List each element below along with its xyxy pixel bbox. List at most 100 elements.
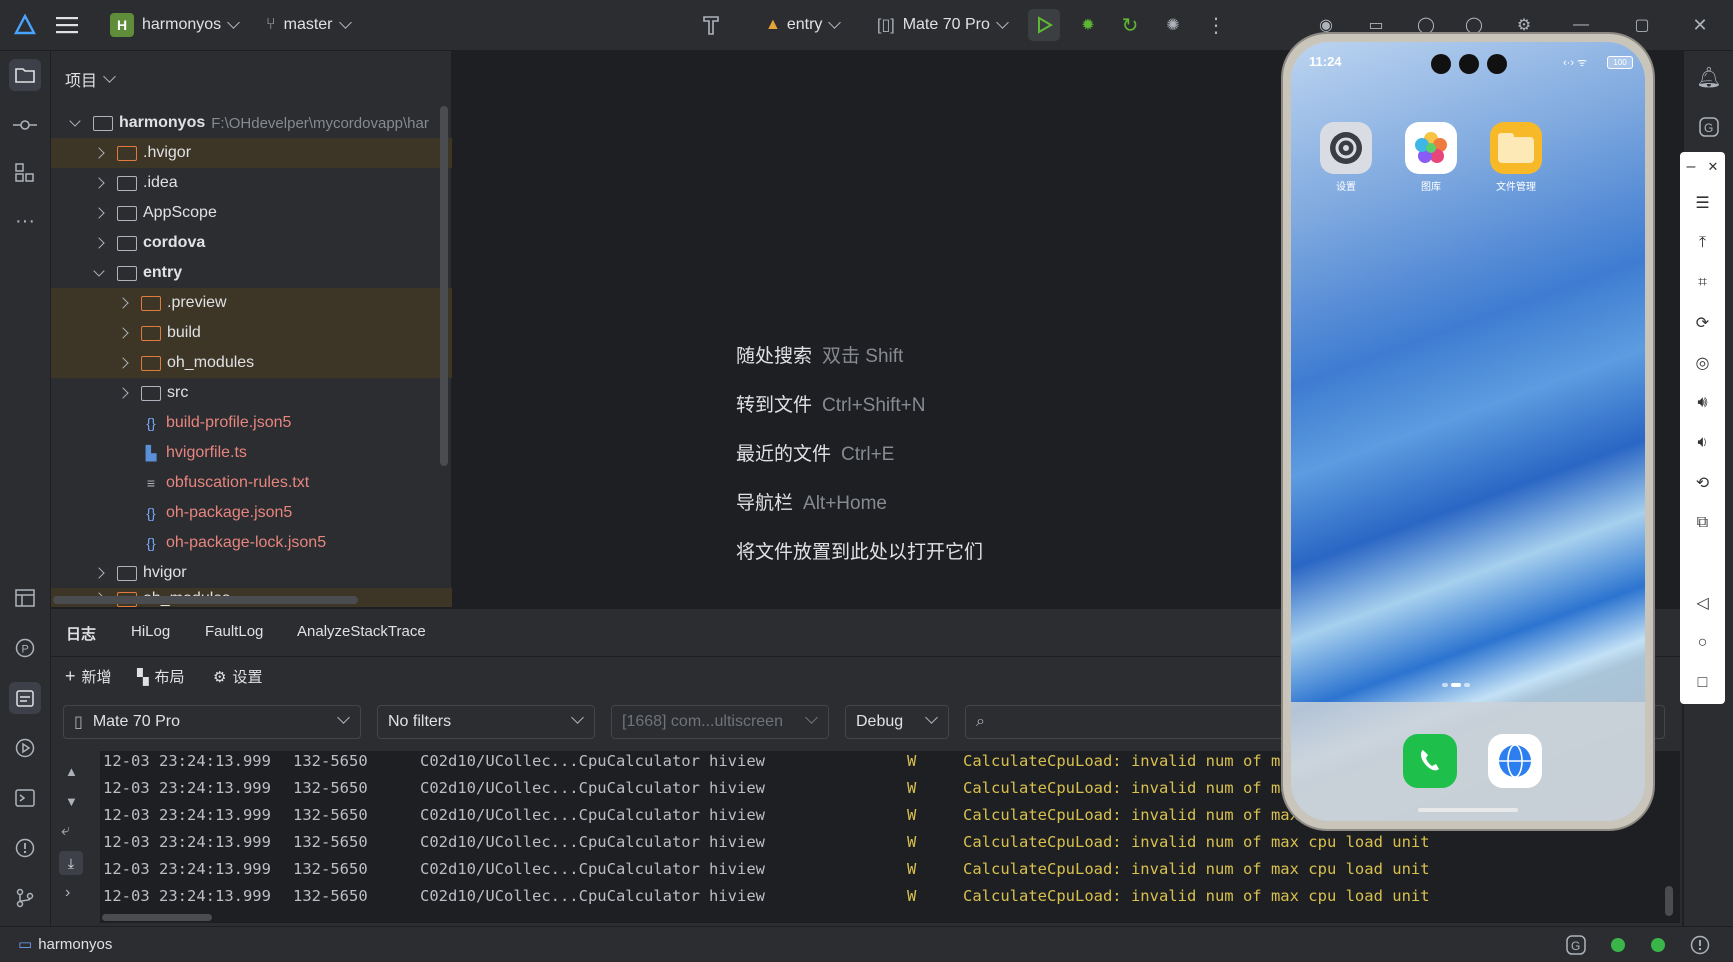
scroll-to-end-icon[interactable]: ⤓ bbox=[59, 851, 83, 875]
attach-debugger-icon[interactable]: ✺ bbox=[1157, 9, 1189, 41]
device-select[interactable]: ▯ Mate 70 Pro bbox=[63, 705, 361, 739]
chevron-right-icon bbox=[93, 237, 105, 249]
page-indicator bbox=[1464, 683, 1470, 687]
table-icon[interactable] bbox=[9, 582, 41, 614]
settings-app[interactable]: 设置 bbox=[1316, 122, 1376, 193]
browser-app-icon[interactable] bbox=[1488, 734, 1542, 788]
gear-icon: ⚙ bbox=[213, 668, 227, 686]
log-time: 12-03 23:24:13.999 bbox=[103, 887, 271, 905]
branch-selector[interactable]: ⑂ master bbox=[266, 0, 352, 50]
log-tag: C02d10/UCollec...CpuCalculator bbox=[420, 887, 700, 905]
recents-icon[interactable]: □ bbox=[1680, 668, 1725, 698]
tree-item-src[interactable]: src bbox=[51, 378, 519, 408]
dock bbox=[1291, 702, 1645, 821]
log-icon[interactable] bbox=[9, 682, 41, 714]
commit-icon[interactable] bbox=[9, 109, 41, 141]
notifications-icon[interactable]: 🔔︎ bbox=[1693, 61, 1725, 93]
tab-analyze-stack-trace[interactable]: AnalyzeStackTrace bbox=[297, 623, 426, 640]
tree-item-cordova[interactable]: cordova bbox=[51, 228, 495, 258]
gallery-app[interactable]: 图库 bbox=[1401, 122, 1461, 193]
scroll-down-icon[interactable]: ▼ bbox=[65, 794, 78, 809]
expand-icon[interactable]: › bbox=[65, 884, 70, 902]
tab-hilog[interactable]: HiLog bbox=[131, 623, 170, 640]
back-icon[interactable]: ◁ bbox=[1680, 588, 1725, 618]
app-logo-icon[interactable] bbox=[14, 0, 36, 50]
menu-icon[interactable]: ☰ bbox=[1680, 188, 1725, 218]
apply-changes-icon[interactable]: ↻ bbox=[1114, 9, 1146, 41]
phone-screen[interactable]: 11:24 ‹·› ᯤ 100 设置 图库 文件管理 bbox=[1291, 42, 1645, 821]
vertical-scrollbar[interactable] bbox=[440, 106, 448, 466]
codegenie-icon[interactable]: G bbox=[1693, 111, 1725, 143]
tree-item-build[interactable]: build bbox=[51, 318, 519, 348]
tree-item-preview[interactable]: .preview bbox=[51, 288, 519, 318]
level-select[interactable]: Debug bbox=[845, 705, 949, 739]
search-icon: ⌕ bbox=[976, 713, 985, 730]
hint-goto-file: 转到文件 Ctrl+Shift+N bbox=[736, 390, 926, 417]
project-panel-title-label: 项目 bbox=[65, 73, 98, 90]
home-icon[interactable]: ○ bbox=[1680, 628, 1725, 658]
crop-icon[interactable]: ⌗ bbox=[1680, 268, 1725, 298]
horizontal-scrollbar[interactable] bbox=[53, 596, 358, 604]
close-icon[interactable]: ✕ bbox=[1702, 152, 1724, 182]
services-icon[interactable] bbox=[9, 732, 41, 764]
json-file-icon: {} bbox=[146, 535, 156, 551]
pin-top-icon[interactable]: ⤒ bbox=[1680, 228, 1725, 258]
git-icon[interactable] bbox=[9, 882, 41, 914]
close-icon[interactable]: ✕ bbox=[1684, 9, 1716, 41]
volume-down-icon[interactable]: 🔉︎ bbox=[1680, 428, 1725, 458]
new-button[interactable]: + 新增 bbox=[65, 666, 112, 687]
problems-icon[interactable] bbox=[9, 832, 41, 864]
emulator-control-strip: – ✕ ☰ ⤒ ⌗ ⟳ ◎ 🔊︎ 🔉︎ ⟲ ⧉ ◁ ○ □ bbox=[1680, 152, 1725, 704]
status-indicator-icon[interactable] bbox=[1651, 938, 1665, 952]
files-app[interactable]: 文件管理 bbox=[1486, 122, 1546, 193]
profiler-icon[interactable]: P bbox=[9, 632, 41, 664]
settings-button[interactable]: ⚙ 设置 bbox=[213, 666, 262, 687]
main-menu-icon[interactable] bbox=[56, 0, 78, 50]
more-icon[interactable]: ⋮ bbox=[1200, 9, 1232, 41]
minimize-icon[interactable]: – bbox=[1680, 152, 1702, 182]
status-project[interactable]: ▭ harmonyos bbox=[18, 935, 113, 954]
status-indicator-icon[interactable] bbox=[1611, 938, 1625, 952]
tree-item-hvigor-dir[interactable]: .hvigor bbox=[51, 138, 495, 168]
more-tools-icon[interactable]: ··· bbox=[9, 205, 41, 237]
tree-root[interactable]: harmonyos F:\OHdevelper\mycordovapp\har bbox=[51, 108, 471, 138]
tab-log[interactable]: 日志 bbox=[66, 623, 96, 644]
tree-item-hvigor[interactable]: hvigor bbox=[51, 558, 495, 588]
volume-up-icon[interactable]: 🔊︎ bbox=[1680, 388, 1725, 418]
hammer-icon[interactable] bbox=[700, 0, 724, 50]
scroll-up-icon[interactable]: ▲ bbox=[65, 764, 78, 779]
project-view-icon[interactable] bbox=[9, 59, 41, 91]
structure-icon[interactable] bbox=[9, 157, 41, 189]
log-vertical-scrollbar[interactable] bbox=[1665, 886, 1673, 916]
process-select[interactable]: [1668] com...ultiscreen bbox=[611, 705, 829, 739]
fold-icon[interactable]: ⟲ bbox=[1680, 468, 1725, 498]
tree-item-label: build bbox=[167, 324, 201, 341]
terminal-icon[interactable] bbox=[9, 782, 41, 814]
run-button[interactable] bbox=[1028, 9, 1060, 41]
screenshot-icon[interactable]: ◎ bbox=[1680, 348, 1725, 378]
tree-item-appscope[interactable]: AppScope bbox=[51, 198, 495, 228]
tab-faultlog[interactable]: FaultLog bbox=[205, 623, 263, 640]
device-selector[interactable]: [▯] Mate 70 Pro bbox=[877, 0, 1009, 50]
tree-item-oh-modules[interactable]: oh_modules bbox=[51, 348, 519, 378]
tree-item-entry[interactable]: entry bbox=[51, 258, 495, 288]
log-horizontal-scrollbar[interactable] bbox=[102, 914, 212, 921]
folder-icon bbox=[141, 355, 161, 371]
home-indicator[interactable] bbox=[1418, 808, 1518, 812]
soft-wrap-icon[interactable]: ⤶ bbox=[61, 822, 70, 840]
project-selector[interactable]: H harmonyos bbox=[110, 0, 241, 50]
project-panel-title[interactable]: 项目 bbox=[65, 67, 116, 91]
run-config-selector[interactable]: ▲ entry bbox=[765, 0, 842, 50]
tree-item-idea[interactable]: .idea bbox=[51, 168, 495, 198]
filter-select[interactable]: No filters bbox=[377, 705, 595, 739]
maximize-icon[interactable]: ▢ bbox=[1626, 9, 1658, 41]
multi-screen-icon[interactable]: ⧉ bbox=[1680, 508, 1725, 538]
codegenie-status-icon[interactable]: G bbox=[1566, 935, 1586, 955]
branch-icon: ⑂ bbox=[266, 16, 276, 33]
status-project-label: harmonyos bbox=[38, 935, 113, 953]
phone-app-icon[interactable] bbox=[1403, 734, 1457, 788]
debug-icon[interactable]: ✹ bbox=[1072, 9, 1104, 41]
layout-button[interactable]: ▚ 布局 bbox=[137, 666, 185, 687]
problems-status-icon[interactable] bbox=[1690, 935, 1710, 955]
rotate-icon[interactable]: ⟳ bbox=[1680, 308, 1725, 338]
